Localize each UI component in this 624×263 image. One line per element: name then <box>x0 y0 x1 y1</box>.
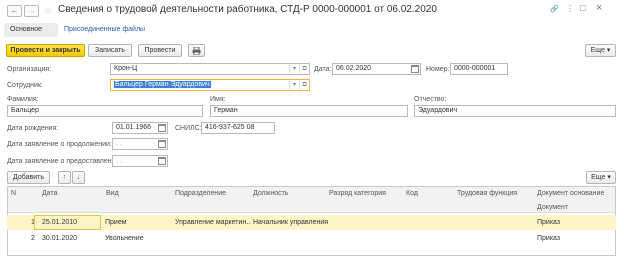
selected-cell-outline <box>34 215 101 230</box>
arrow-up-icon: ↑ <box>62 174 67 181</box>
date-field[interactable]: 06.02.2020 <box>332 63 421 75</box>
page-title: Сведения о трудовой деятельности работни… <box>58 4 437 15</box>
lastname-field[interactable]: Бальцер <box>7 105 203 117</box>
open-link-icon[interactable]: ⧉ <box>299 65 309 73</box>
forward-button[interactable]: → <box>24 5 39 17</box>
lastname-label: Фамилия: <box>7 96 39 103</box>
cell-document: Приказ <box>537 219 561 226</box>
restore-window-icon[interactable]: □ <box>580 3 585 13</box>
provide-date-field[interactable]: . . <box>112 155 168 167</box>
continue-date-field[interactable]: . . <box>112 138 168 150</box>
patronymic-value: Эдуардович <box>418 107 458 114</box>
organization-value: Крон-Ц <box>114 65 138 72</box>
calendar-icon[interactable] <box>158 140 166 148</box>
favorite-star-icon[interactable]: ☆ <box>44 5 52 16</box>
provide-date-label: Дата заявление о предоставлении: <box>7 158 122 165</box>
employee-label: Сотрудник: <box>7 82 43 89</box>
arrow-right-icon: → <box>27 6 36 15</box>
table-row[interactable]: 2 30.01.2020 Увольнение Приказ <box>7 231 616 246</box>
employee-value: Бальцер Герман Эдуардович <box>114 81 211 88</box>
employee-field[interactable]: Бальцер Герман Эдуардович ▾ ⧉ <box>110 79 310 91</box>
tab-main-label: Основное <box>10 26 43 33</box>
provide-date-value: . . <box>116 157 122 164</box>
col-header-department: Подразделение <box>175 190 227 197</box>
birthdate-label: Дата рождения: <box>7 125 59 132</box>
calendar-icon[interactable] <box>158 124 166 132</box>
link-icon[interactable]: 🔗 <box>550 5 559 13</box>
col-header-position: Должность <box>253 190 289 197</box>
col-header-date: Дата <box>42 190 58 197</box>
cell-document: Приказ <box>537 235 561 242</box>
back-button[interactable]: ← <box>7 5 22 17</box>
date-value: 06.02.2020 <box>336 65 372 72</box>
cell-n: 2 <box>31 235 35 242</box>
post-and-close-button[interactable]: Провести и закрыть <box>6 44 85 57</box>
firstname-label: Имя: <box>210 96 226 103</box>
firstname-value: Герман <box>214 107 238 114</box>
post-button[interactable]: Провести <box>138 44 182 57</box>
open-link-icon[interactable]: ⧉ <box>299 81 309 89</box>
birthdate-value: 01.01.1966 <box>116 124 152 131</box>
print-button[interactable] <box>188 44 205 57</box>
col-header-function: Трудовая функция <box>457 190 518 197</box>
save-button[interactable]: Записать <box>88 44 132 57</box>
tab-main[interactable]: Основное <box>4 23 58 37</box>
continue-date-label: Дата заявление о продолжении: <box>7 141 112 148</box>
dropdown-arrow-icon[interactable]: ▾ <box>289 81 299 89</box>
organization-label: Организация: <box>7 66 52 73</box>
cell-date: 30.01.2020 <box>42 235 78 242</box>
toolbar-more-button[interactable]: Еще ▾ <box>585 44 616 57</box>
col-header-n: N <box>11 190 17 197</box>
table-header <box>8 187 615 213</box>
calendar-icon[interactable] <box>158 157 166 165</box>
snils-label: СНИЛС: <box>175 125 202 132</box>
cell-kind: Увольнение <box>105 235 144 242</box>
snils-field[interactable]: 416-937-625 08 <box>201 122 275 134</box>
firstname-field[interactable]: Герман <box>210 105 408 117</box>
move-up-button[interactable]: ↑ <box>58 171 71 184</box>
table-more-button[interactable]: Еще ▾ <box>586 171 616 184</box>
cell-department: Управление маркетин... <box>175 219 251 226</box>
calendar-icon[interactable] <box>411 65 419 73</box>
birthdate-field[interactable]: 01.01.1966 <box>112 122 168 134</box>
more-actions-icon[interactable]: ⋮ <box>566 4 574 13</box>
snils-value: 416-937-625 08 <box>205 124 255 131</box>
patronymic-field[interactable]: Эдуардович <box>414 105 616 117</box>
organization-field[interactable]: Крон-Ц ▾ ⧉ <box>110 63 310 75</box>
add-row-button[interactable]: Добавить <box>7 171 50 184</box>
move-down-button[interactable]: ↓ <box>72 171 85 184</box>
date-label: Дата: <box>314 66 332 73</box>
cell-position: Начальник управления <box>253 219 329 226</box>
cell-kind: Прием <box>105 219 127 226</box>
col-header-code: Код <box>406 190 418 197</box>
close-window-icon[interactable]: × <box>596 2 602 14</box>
dropdown-arrow-icon[interactable]: ▾ <box>289 65 299 73</box>
number-value: 0000-000001 <box>454 65 496 72</box>
arrow-down-icon: ↓ <box>76 174 81 181</box>
number-field[interactable]: 0000-000001 <box>450 63 508 75</box>
continue-date-value: . . <box>116 140 122 147</box>
col-header-grade: Разряд категория <box>329 190 386 197</box>
arrow-left-icon: ← <box>10 6 19 15</box>
printer-icon <box>192 46 201 56</box>
col-header-doc-basis: Документ основание <box>537 190 605 197</box>
col-subheader-document: Документ <box>537 204 569 211</box>
lastname-value: Бальцер <box>11 107 39 114</box>
col-header-kind: Вид <box>106 190 119 197</box>
number-label: Номер: <box>426 66 450 73</box>
tab-attached-files[interactable]: Присоединенные файлы <box>64 26 145 33</box>
patronymic-label: Отчество: <box>414 96 447 103</box>
